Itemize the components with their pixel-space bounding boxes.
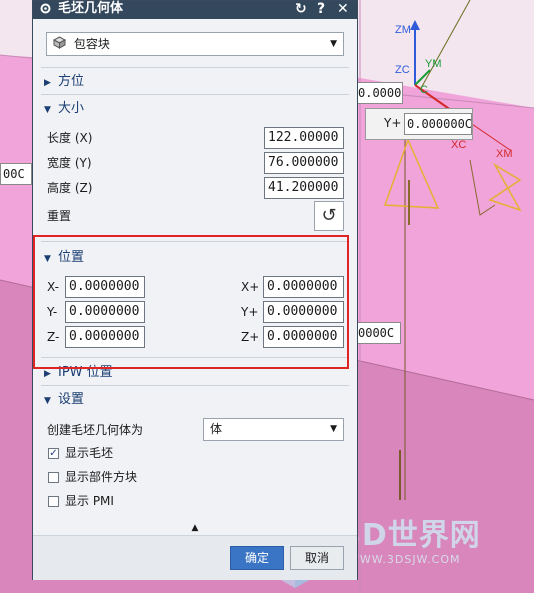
create-as-value: 体 [210,422,223,436]
divider [41,67,349,68]
chevron-up-icon: ▲ [191,523,199,533]
collapse-toggle[interactable]: ▲ [33,521,357,535]
section-size[interactable]: ▼ 大小 [44,100,84,118]
yplus-popup-field[interactable]: 0.000000C [404,113,472,135]
chevron-right-icon: ▶ [44,78,51,88]
width-label: 宽度 (Y) [47,156,92,170]
divider [41,94,349,95]
chevron-down-icon: ▼ [44,396,51,406]
settings-gear-icon [39,2,52,20]
help-icon[interactable]: ? [317,1,325,17]
length-label: 长度 (X) [47,131,93,145]
axis-label-xc: XC [451,139,467,151]
show-pmi-checkbox[interactable] [48,496,59,507]
highlight-box [33,235,349,369]
cancel-button[interactable]: 取消 [290,546,344,570]
create-as-label: 创建毛坯几何体为 [47,423,144,437]
length-input[interactable]: 122.00000 [264,127,344,149]
divider [41,385,349,386]
yplus-popup-label: Y+ [384,116,402,130]
viewport-field-mid[interactable]: 0000C [355,322,401,344]
section-orientation-label: 方位 [58,74,85,89]
show-pmi-label: 显示 PMI [65,494,114,508]
section-orientation[interactable]: ▶ 方位 [44,73,84,91]
axis-label-zm: ZM [395,24,411,36]
dialog-footer: 确定 取消 [33,535,357,580]
create-as-select[interactable]: 体 ▼ [203,418,344,441]
show-part-box-checkbox[interactable] [48,472,59,483]
axis-label-zc: ZC [395,64,410,76]
chevron-down-icon: ▼ [330,39,337,49]
reset-button[interactable]: ↺ [314,201,344,231]
axis-label-xm: XM [496,148,513,160]
axis-label-ym: YM [425,58,442,70]
section-size-label: 大小 [58,101,85,116]
height-input[interactable]: 41.200000 [264,177,344,199]
show-blank-checkbox[interactable]: ✓ [48,448,59,459]
section-settings-label: 设置 [58,392,85,407]
dialog-title: 毛坯几何体 [58,1,124,16]
axis-label-c: C [420,84,428,96]
viewport-field-left[interactable]: 00C [0,163,32,185]
show-part-box-label: 显示部件方块 [65,470,138,484]
height-label: 高度 (Z) [47,181,93,195]
yplus-popup: Y+ 0.000000C [365,108,473,140]
watermark-url: WWW.3DSJW.COM [348,553,461,566]
check-icon: ✓ [49,448,58,459]
type-select-value: 包容块 [73,37,110,51]
block-icon [52,34,67,56]
watermark-text: 3D世界网 [340,518,481,553]
width-input[interactable]: 76.000000 [264,152,344,174]
ok-button[interactable]: 确定 [230,546,284,570]
reset-dialog-icon[interactable]: ↻ [295,1,307,17]
type-select[interactable]: 包容块 ▼ [46,32,344,56]
section-settings[interactable]: ▼ 设置 [44,391,84,409]
close-icon[interactable]: ✕ [337,1,349,17]
reset-icon: ↺ [321,205,337,226]
chevron-down-icon: ▼ [330,424,337,434]
viewport-field-top[interactable]: 0.000000C [355,82,403,104]
show-blank-label: 显示毛坯 [65,446,114,460]
dialog-titlebar[interactable]: 毛坯几何体 ↻ ? ✕ [33,1,357,19]
reset-label: 重置 [47,209,72,223]
chevron-down-icon: ▼ [44,105,51,115]
